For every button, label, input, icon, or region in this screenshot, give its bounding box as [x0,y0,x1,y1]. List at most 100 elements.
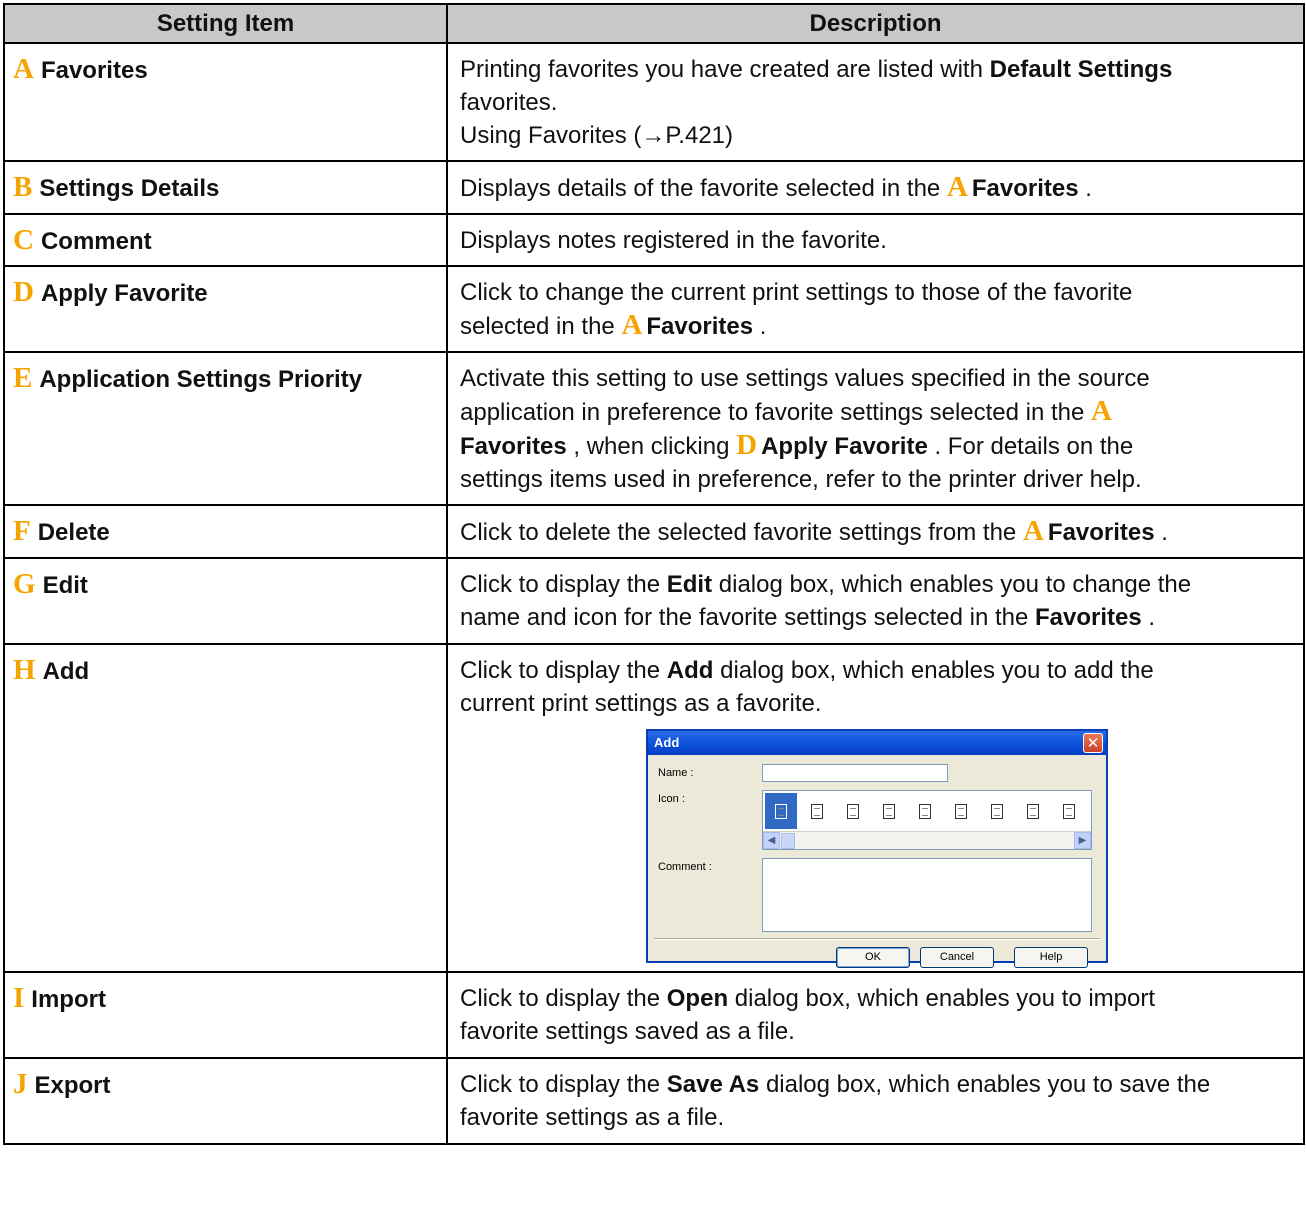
description-text: dialog box, which enables you to add the [713,657,1154,684]
page-icon[interactable] [837,793,869,829]
name-label: Name : [658,767,694,779]
item-name: Edit [42,572,88,599]
description-cell: Click to display the Add dialog box, whi… [446,643,1305,973]
description-text: Click to display the [460,985,667,1012]
cancel-button[interactable]: Cancel [920,947,994,968]
setting-item-cell: A Favorites [3,42,448,162]
description-text: , when clicking [573,433,737,460]
description-bold: Favorites [1035,604,1142,631]
description-text: Printing favorites you have created are … [460,56,990,83]
ref-name: Favorites [1047,519,1155,546]
ref-name: Favorites [646,313,754,340]
description-cell: Click to display the Save As dialog box,… [446,1057,1305,1145]
setting-item-cell: B Settings Details [3,160,448,215]
description-cell: Printing favorites you have created are … [446,42,1305,162]
description-cell: Click to delete the selected favorite se… [446,504,1305,559]
table-row: F Delete Click to delete the selected fav… [3,504,1305,559]
table-row: B Settings Details Displays details of th… [3,160,1305,215]
item-letter: D [13,276,34,308]
icon-picker[interactable]: ◀ ▶ [762,790,1092,850]
table-row: C Comment Displays notes registered in th… [3,213,1305,267]
description-text: Click to display the [460,571,667,598]
description-bold: Edit [666,571,713,598]
ref-letter: A [1022,515,1044,547]
item-letter: G [13,568,36,600]
page-icon[interactable] [765,793,797,829]
comment-field[interactable] [762,858,1092,932]
name-field[interactable] [762,764,948,782]
item-letter: A [13,53,34,85]
item-letter: F [13,515,31,547]
a4-icon[interactable] [1017,793,1049,829]
scroll-thumb[interactable] [781,833,795,849]
a4-icon-glyph [1027,803,1039,819]
page-icon[interactable] [981,793,1013,829]
item-letter: I [13,982,25,1014]
description-text: name and icon for the favorite settings … [460,604,1036,631]
page-icon[interactable] [801,793,833,829]
item-name: Add [42,658,90,685]
description-cell: Displays notes registered in the favorit… [446,213,1305,267]
ref-letter: D [736,429,758,461]
item-name: Application Settings Priority [39,366,363,393]
icon-label: Icon : [658,793,685,805]
add-dialog: Add ✕ Name : Icon : ◀ ▶ Comment: OK Can… [646,729,1108,968]
description-text: favorite settings saved as a file. [460,1018,795,1045]
description-text: dialog box, which enables you to change … [712,571,1192,598]
cross-reference-link[interactable]: Using Favorites (→P.421) [460,122,733,149]
icon-list [763,791,1091,831]
page-icon[interactable] [945,793,977,829]
settings-table: Setting Item Description A Favorites Prin… [3,3,1305,1145]
page-icon[interactable] [909,793,941,829]
page-icon-glyph [955,803,967,819]
table-row: E Application Settings Priority Activate … [3,351,1305,506]
description-text: Displays notes registered in the favorit… [460,227,887,254]
scroll-right-icon[interactable]: ▶ [1074,832,1091,849]
description-text: Click to delete the selected favorite se… [460,519,1023,546]
setting-item-cell: C Comment [3,213,448,267]
item-letter: J [13,1068,28,1100]
item-name: Export [34,1072,111,1099]
description-text: Displays details of the favorite selecte… [460,175,947,202]
help-button[interactable]: Help [1014,947,1088,968]
description-bold: Open [666,985,729,1012]
description-text: Click to display the [460,657,667,684]
setting-item-cell: I Import [3,971,448,1059]
page-icon-glyph [1063,803,1075,819]
ref-letter: A [621,309,643,341]
description-text: . For details on the [934,433,1134,460]
page-icon-glyph [919,803,931,819]
page-icon[interactable] [873,793,905,829]
table-row: H Add Click to display the Add dialog box… [3,643,1305,973]
item-name: Delete [37,519,110,546]
column-header-setting-item: Setting Item [3,3,448,44]
description-cell: Click to display the Open dialog box, wh… [446,971,1305,1059]
item-letter: C [13,224,34,256]
description-text: dialog box, which enables you to save th… [759,1071,1211,1098]
description-text: favorite settings as a file. [460,1104,725,1131]
page-icon[interactable] [1053,793,1085,829]
item-name: Apply Favorite [40,280,208,307]
table-row: D Apply Favorite Click to change the curr… [3,265,1305,353]
setting-item-cell: F Delete [3,504,448,559]
table-header-row: Setting Item Description [3,3,1305,44]
description-cell: Click to display the Edit dialog box, wh… [446,557,1305,645]
page-icon-glyph [811,803,823,819]
ref-letter: A [946,171,968,203]
item-name: Comment [40,228,152,255]
ok-button[interactable]: OK [836,947,910,968]
description-text: Click to display the [460,1071,667,1098]
item-letter: B [13,171,33,203]
ref-name: Apply Favorite [761,433,928,460]
table-row: G Edit Click to display the Edit dialog b… [3,557,1305,645]
close-icon[interactable]: ✕ [1083,733,1103,753]
setting-item-cell: D Apply Favorite [3,265,448,353]
table-row: I Import Click to display the Open dialog… [3,971,1305,1059]
description-text: Click to change the current print settin… [460,279,1133,306]
table-row: A Favorites Printing favorites you have c… [3,42,1305,162]
item-letter: E [13,362,33,394]
scroll-left-icon[interactable]: ◀ [763,832,780,849]
horizontal-scrollbar[interactable]: ◀ ▶ [763,831,1091,849]
description-cell: Click to change the current print settin… [446,265,1305,353]
description-text: . [1148,604,1156,631]
